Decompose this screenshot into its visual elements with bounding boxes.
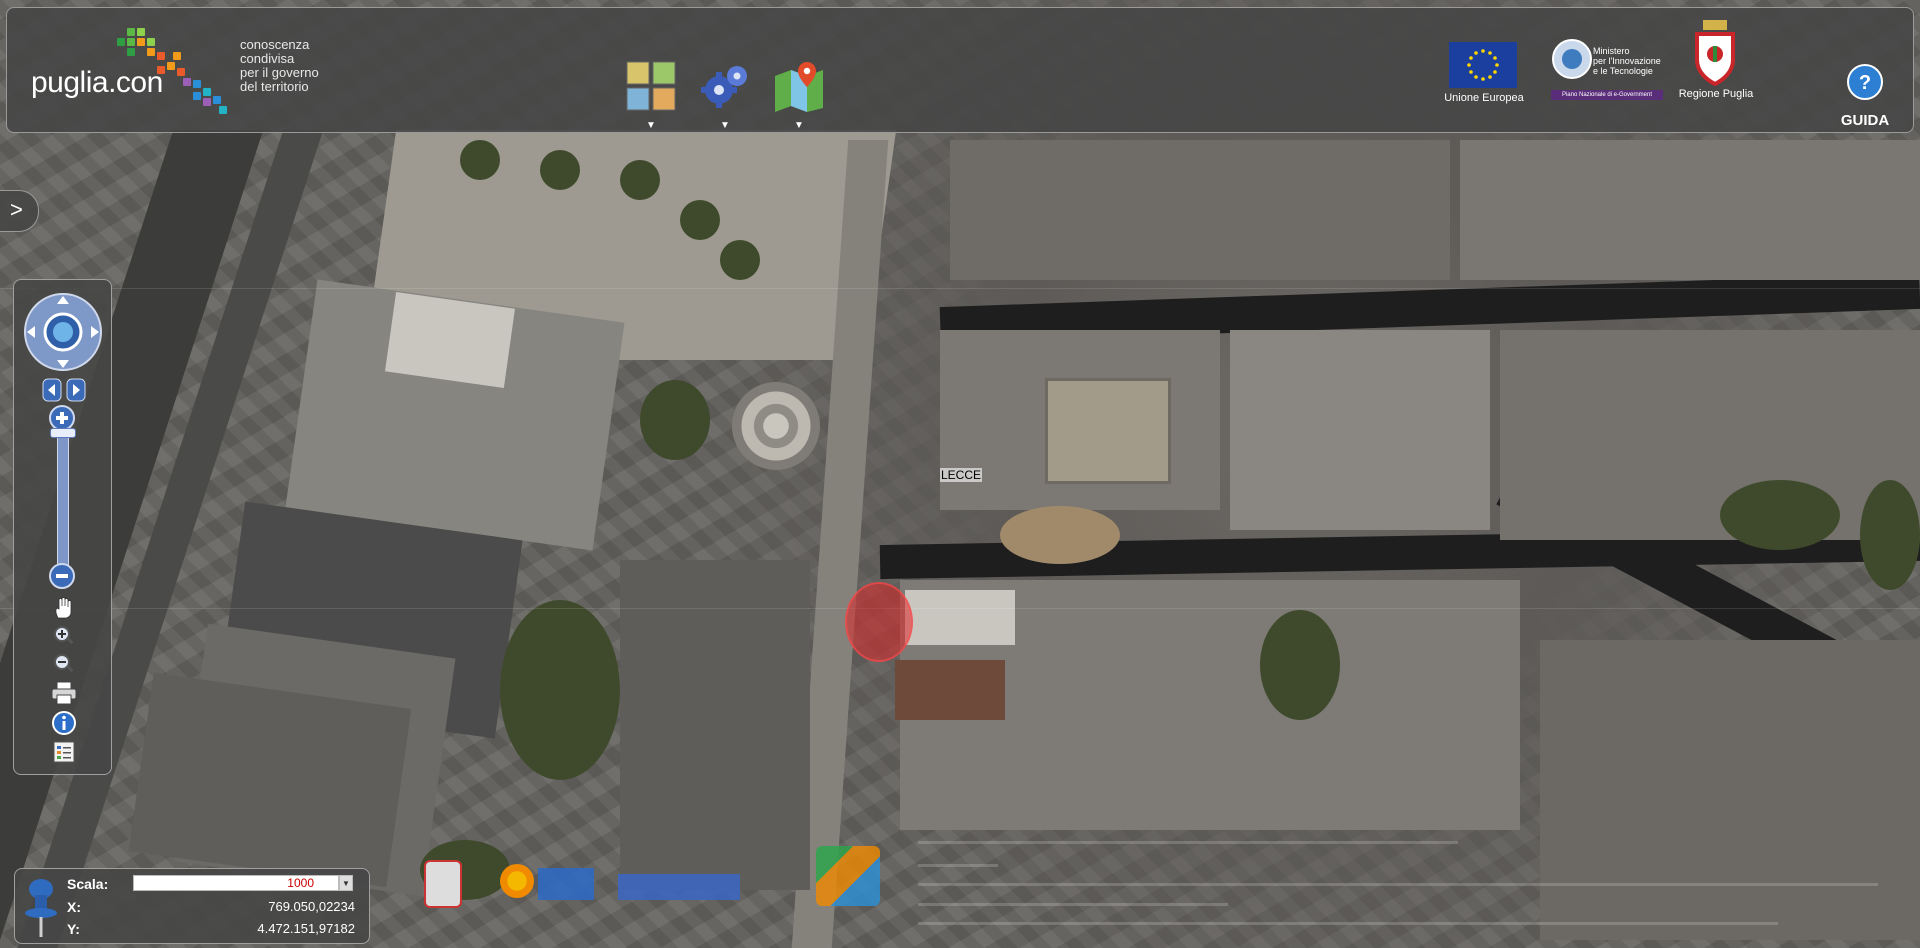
eu-flag-logo[interactable] [1449,42,1517,88]
attribution-line [918,883,1878,886]
logo-text: puglia.con [31,66,163,99]
pan-control[interactable] [23,292,103,372]
layers-tool-button[interactable]: ▼ [621,60,681,140]
y-coordinate-value: 4.472.151,97182 [257,921,355,936]
map-block [1540,640,1920,940]
ministry-seal-icon [1552,39,1592,79]
map-dome [732,382,820,470]
map-dropdown-arrow: ▼ [794,120,804,131]
regione-puglia-label: Regione Puglia [1678,88,1754,100]
map-block [1230,330,1490,530]
zoom-box-out-icon[interactable] [52,652,76,676]
map-block [1460,140,1920,280]
previous-extent-button[interactable] [42,378,62,402]
map-tree [500,600,620,780]
aerial-map[interactable]: LECCE [0,0,1920,948]
sidebar-toggle-button[interactable]: > [0,190,39,232]
puglia-europa-logo [618,874,740,900]
svg-text:?: ? [1859,72,1871,94]
gears-icon [701,66,747,108]
settings-dropdown-arrow: ▼ [720,120,730,131]
next-extent-button[interactable] [66,378,86,402]
legend-icon[interactable] [52,740,76,764]
layers-icon [626,61,676,111]
attribution-line [918,841,1458,844]
attribution-line [918,922,1778,925]
settings-tool-button[interactable]: ▼ [695,60,755,140]
eu-label: Unione Europea [1444,92,1524,104]
map-tile-seam [0,608,1920,609]
map-block [950,140,1450,280]
eu-stars-icon [1467,49,1499,81]
map-tree [1860,480,1920,590]
print-icon[interactable] [50,680,78,706]
map-arena [1000,506,1120,564]
map-building [385,292,515,388]
map-navigation-toolbar [13,279,112,775]
scale-label: Scala: [67,876,109,892]
y-label: Y: [67,921,80,937]
hand-pan-icon[interactable] [52,596,76,620]
map-pin-icon [775,62,823,112]
guida-label: GUIDA [1840,112,1890,129]
coordinates-panel: Scala: ▼ X: 769.050,02234 Y: 4.472.151,9… [14,868,370,944]
zoom-slider-track[interactable] [57,432,69,576]
map-tile-seam [0,288,1920,289]
map-tree [460,140,500,180]
map-block [1500,330,1920,540]
help-icon: ? [1847,64,1883,100]
map-tool-button[interactable]: ▼ [769,60,829,140]
zoom-slider-handle[interactable] [50,428,76,438]
map-marker[interactable] [845,582,913,662]
map-courtyard [1045,378,1171,484]
attribution-line [918,864,998,867]
map-roof [905,590,1015,645]
map-city-label: LECCE [940,468,983,482]
map-tree [720,240,760,280]
info-icon[interactable] [51,710,77,736]
layers-dropdown-arrow: ▼ [646,120,656,131]
po-fesr-logo [500,864,534,898]
attribution-line [918,903,1228,906]
map-tree [620,160,660,200]
x-coordinate-value: 769.050,02234 [268,899,355,914]
scale-dropdown-button[interactable]: ▼ [339,875,353,891]
regione-puglia-crest-icon [1695,20,1735,86]
regione-puglia-small-logo [424,860,462,908]
map-tree [1720,480,1840,550]
map-tree [1260,610,1340,720]
zoom-box-in-icon[interactable] [52,624,76,648]
puglia-con-small-logo [816,846,880,906]
map-parking [128,672,412,888]
map-block [620,560,810,890]
zoom-out-button[interactable] [48,562,76,590]
map-roof [895,660,1005,720]
chevron-right-icon: > [10,197,23,222]
header-bar: puglia.con conoscenza condivisa per il g… [6,7,1914,133]
scale-input[interactable] [133,875,339,891]
map-tree [680,200,720,240]
map-tree [540,150,580,190]
map-tree [640,380,710,460]
ministry-text: Ministero per l'Innovazione e le Tecnolo… [1593,46,1661,76]
logo-tagline: conoscenza condivisa per il governo del … [240,37,319,94]
ministry-egov-bar: Piano Nazionale di e-Government [1551,90,1663,100]
po-fesr-text-logo [538,868,594,900]
pushpin-icon[interactable] [21,875,61,939]
x-label: X: [67,899,81,915]
